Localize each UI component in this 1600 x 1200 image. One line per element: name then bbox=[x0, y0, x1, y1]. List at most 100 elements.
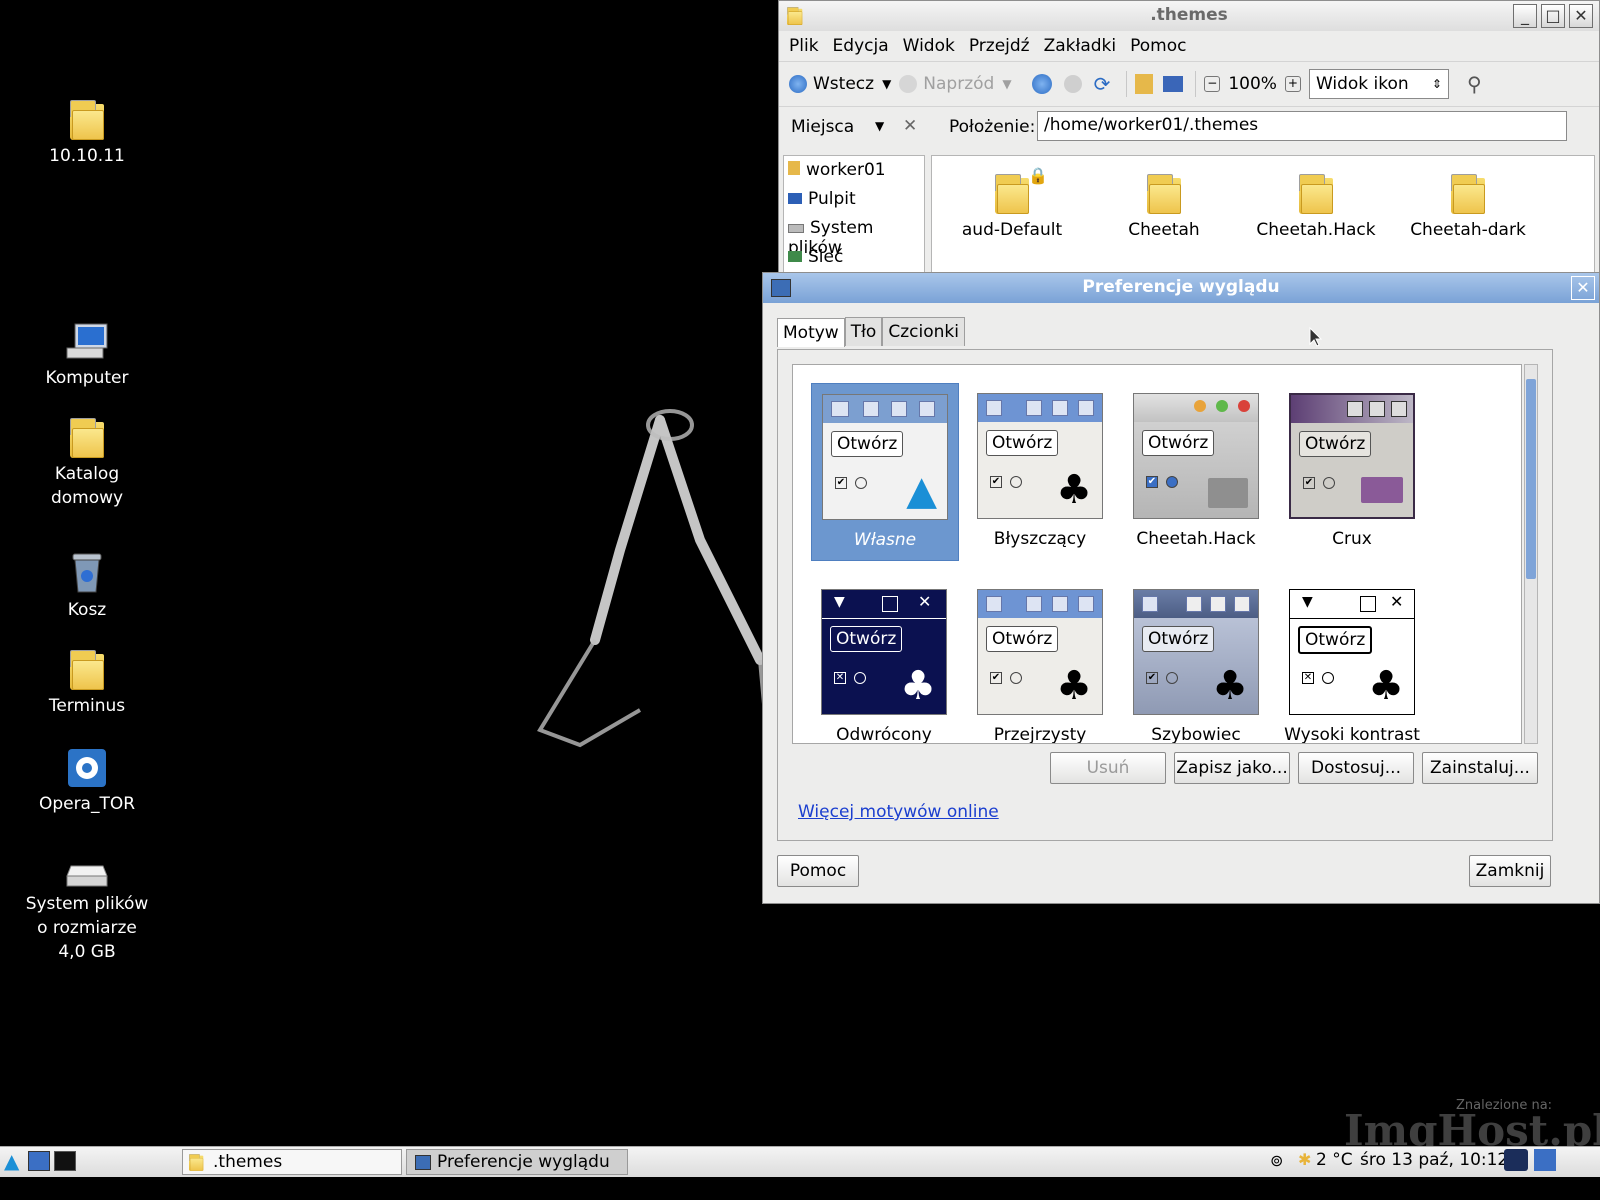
preview-titlebar bbox=[1134, 394, 1258, 422]
theme-name: Błyszczący bbox=[993, 529, 1087, 549]
network-icon[interactable]: ⊚ bbox=[1270, 1151, 1283, 1170]
folder-icon bbox=[995, 174, 1029, 214]
close-button[interactable]: ✕ bbox=[1569, 4, 1593, 28]
menu-go[interactable]: Przejdź bbox=[969, 36, 1030, 56]
close-button[interactable]: ✕ bbox=[1571, 276, 1595, 300]
theme-item[interactable]: Otwórz ✔ ♣ Przejrzysty bbox=[967, 579, 1113, 743]
tab-background[interactable]: Tło bbox=[844, 317, 883, 346]
close-sidebar-icon[interactable]: ✕ bbox=[903, 116, 917, 136]
theme-scrollbar[interactable] bbox=[1524, 364, 1538, 744]
desktop-icon-home[interactable]: Katalog domowy bbox=[12, 418, 162, 510]
more-themes-link[interactable]: Więcej motywów online bbox=[798, 802, 999, 822]
close-dialog-button[interactable]: Zamknij bbox=[1469, 855, 1551, 887]
menu-help[interactable]: Pomoc bbox=[1130, 36, 1186, 56]
preview-titlebar bbox=[978, 394, 1102, 422]
temperature[interactable]: 2 °C bbox=[1316, 1150, 1353, 1170]
file-item[interactable]: Cheetah-dark bbox=[1398, 166, 1538, 240]
dialog-titlebar[interactable]: Preferencje wyglądu ✕ bbox=[763, 273, 1599, 303]
theme-item[interactable]: Otwórz ✔ ♣ Błyszczący bbox=[967, 383, 1113, 559]
theme-preview: Otwórz ✔ ▲ bbox=[822, 394, 948, 520]
theme-preview: ▼ ✕ Otwórz ✕ ♣ bbox=[821, 589, 947, 715]
desktop-icon-opera-tor[interactable]: Opera_TOR bbox=[12, 748, 162, 816]
install-button[interactable]: Zainstaluj... bbox=[1422, 752, 1538, 784]
drive-icon bbox=[66, 865, 108, 887]
maximize-button[interactable]: □ bbox=[1541, 4, 1565, 28]
sidebar-item-desktop[interactable]: Pulpit bbox=[788, 189, 920, 218]
theme-item[interactable]: Otwórz ✔ Cheetah.Hack bbox=[1123, 383, 1269, 559]
reload-icon[interactable]: ⟳ bbox=[1094, 72, 1111, 96]
theme-item[interactable]: Otwórz ✔ ▲ Własne bbox=[811, 383, 959, 561]
desktop-icon-label: Komputer bbox=[45, 368, 129, 388]
minimize-button[interactable]: _ bbox=[1513, 4, 1537, 28]
stop-icon[interactable] bbox=[1063, 75, 1082, 93]
desktop-icon-drive[interactable]: System plików o rozmiarze 4,0 GB bbox=[12, 862, 162, 964]
save-as-button[interactable]: Zapisz jako... bbox=[1174, 752, 1290, 784]
preview-radio bbox=[1323, 477, 1335, 489]
sidebar-item-home[interactable]: worker01 bbox=[788, 160, 920, 189]
view-mode-select[interactable]: Widok ikon ⇕ bbox=[1308, 69, 1449, 99]
folder-icon bbox=[70, 100, 104, 140]
chevron-down-icon[interactable]: ▼ bbox=[875, 119, 884, 133]
home-folder-icon bbox=[70, 418, 104, 458]
desktop-icon-folder[interactable]: 10.10.11 bbox=[12, 100, 162, 168]
location-input[interactable]: /home/worker01/.themes bbox=[1037, 111, 1567, 141]
terminal-icon[interactable] bbox=[54, 1151, 76, 1171]
up-icon[interactable] bbox=[1031, 74, 1052, 94]
zoom-in-icon[interactable]: + bbox=[1284, 76, 1301, 92]
preview-button: Otwórz bbox=[1299, 431, 1372, 457]
home-icon[interactable] bbox=[1135, 74, 1154, 94]
theme-item[interactable]: ▼ ✕ Otwórz ✕ ♣ Wysoki kontrast bbox=[1279, 579, 1425, 744]
preview-radio bbox=[1322, 672, 1334, 684]
desktop-icon-trash[interactable]: Kosz bbox=[12, 550, 162, 622]
preview-button: Otwórz bbox=[1142, 430, 1215, 456]
theme-item[interactable]: ▼ ✕ Otwórz ✕ ♣ Odwrócony bbox=[811, 579, 957, 744]
forward-button[interactable]: Naprzód ▼ bbox=[899, 74, 1012, 94]
menu-file[interactable]: Plik bbox=[789, 36, 819, 56]
tab-theme[interactable]: Motyw bbox=[777, 318, 845, 347]
tray-desktop-icon[interactable] bbox=[1534, 1149, 1556, 1171]
search-icon[interactable]: ⚲ bbox=[1467, 72, 1482, 96]
scrollbar-thumb[interactable] bbox=[1526, 379, 1536, 579]
taskbar-window-themes[interactable]: .themes bbox=[182, 1149, 402, 1175]
file-item[interactable]: 🔒 aud-Default bbox=[942, 166, 1082, 240]
preview-button: Otwórz bbox=[986, 430, 1059, 456]
theme-name: Odwrócony bbox=[836, 725, 932, 744]
desktop-icon-computer[interactable]: Komputer bbox=[12, 322, 162, 390]
sidebar-item-filesystem[interactable]: System plików bbox=[788, 218, 920, 258]
file-manager-titlebar[interactable]: .themes _ □ ✕ bbox=[779, 1, 1599, 31]
chevron-down-icon: ▼ bbox=[1002, 77, 1012, 91]
tab-fonts[interactable]: Czcionki bbox=[882, 317, 965, 346]
theme-name: Crux bbox=[1332, 529, 1372, 549]
wallpaper-xray-image bbox=[537, 409, 770, 771]
desktop-icon bbox=[788, 193, 802, 204]
sidebar-item-label: Pulpit bbox=[808, 189, 856, 209]
help-button[interactable]: Pomoc bbox=[777, 855, 859, 887]
tray-app-icon[interactable] bbox=[1504, 1149, 1528, 1171]
zoom-out-icon[interactable]: − bbox=[1204, 76, 1221, 92]
menu-view[interactable]: Widok bbox=[903, 36, 955, 56]
theme-name: Szybowiec bbox=[1151, 725, 1241, 744]
customize-button[interactable]: Dostosuj... bbox=[1298, 752, 1414, 784]
trash-icon bbox=[72, 553, 102, 593]
theme-item[interactable]: Otwórz ✔ Crux bbox=[1279, 383, 1425, 559]
sidebar-item-label: worker01 bbox=[806, 160, 886, 180]
mouse-cursor-icon bbox=[1309, 326, 1323, 347]
clock[interactable]: śro 13 paź, 10:12 bbox=[1360, 1150, 1508, 1170]
theme-item[interactable]: Otwórz ✔ ♣ Szybowiec bbox=[1123, 579, 1269, 744]
menu-bookmarks[interactable]: Zakładki bbox=[1044, 36, 1117, 56]
menu-logo-icon[interactable]: ▲ bbox=[4, 1149, 19, 1173]
theme-name: Wysoki kontrast bbox=[1284, 725, 1420, 744]
chevron-down-icon: ▼ bbox=[882, 77, 892, 91]
desktop-icon-folder[interactable]: Terminus bbox=[12, 650, 162, 718]
places-label[interactable]: Miejsca bbox=[791, 117, 854, 137]
menu-edit[interactable]: Edycja bbox=[833, 36, 889, 56]
taskbar-window-appearance[interactable]: Preferencje wyglądu bbox=[406, 1149, 628, 1175]
computer-icon[interactable] bbox=[1163, 76, 1184, 92]
back-button[interactable]: Wstecz ▼ bbox=[789, 74, 891, 94]
file-item[interactable]: Cheetah.Hack bbox=[1246, 166, 1386, 240]
desktop-icon-label: Kosz bbox=[67, 600, 107, 620]
show-desktop-icon[interactable] bbox=[28, 1151, 50, 1171]
remove-button[interactable]: Usuń bbox=[1050, 752, 1166, 784]
file-item[interactable]: Cheetah bbox=[1094, 166, 1234, 240]
folder-icon bbox=[1208, 478, 1248, 508]
